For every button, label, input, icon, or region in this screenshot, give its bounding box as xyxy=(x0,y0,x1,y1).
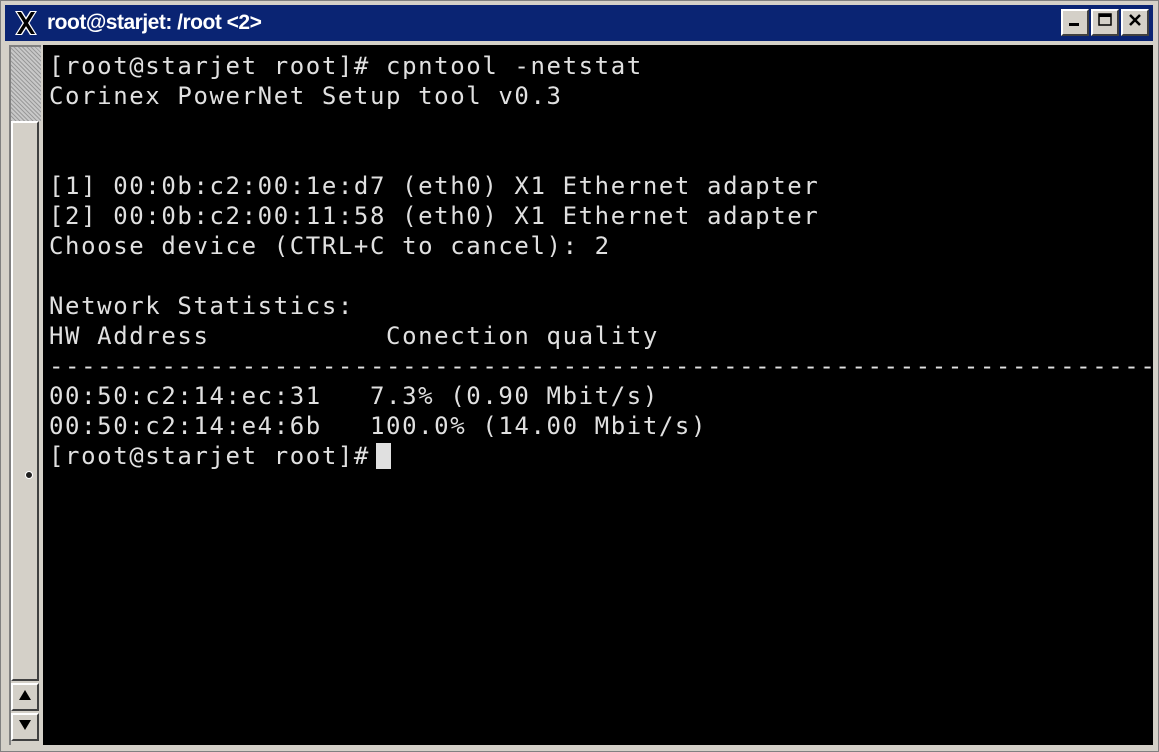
terminal-line: [root@starjet root]# cpntool -netstat xyxy=(49,52,643,80)
window-controls xyxy=(1061,9,1149,36)
terminal-line: 00:50:c2:14:ec:31 7.3% (0.90 Mbit/s) xyxy=(49,382,659,410)
terminal-line: Choose device (CTRL+C to cancel): 2 xyxy=(49,232,611,260)
minimize-button[interactable] xyxy=(1061,9,1089,36)
scroll-trough[interactable] xyxy=(11,47,41,121)
terminal-line: 00:50:c2:14:e4:6b 100.0% (14.00 Mbit/s) xyxy=(49,412,708,440)
maximize-button[interactable] xyxy=(1091,9,1119,36)
shell-prompt: [root@starjet root]# xyxy=(49,442,370,470)
terminal-cursor xyxy=(375,443,391,469)
scroll-thumb[interactable] xyxy=(11,121,39,681)
maximize-icon xyxy=(1097,12,1113,33)
scroll-up-arrow-icon xyxy=(17,688,33,707)
window-title: root@starjet: /root <2> xyxy=(47,11,262,34)
terminal-output[interactable]: [root@starjet root]# cpntool -netstat Co… xyxy=(43,45,1153,745)
terminal-line: [2] 00:0b:c2:00:11:58 (eth0) X1 Ethernet… xyxy=(49,202,820,230)
title-bar[interactable]: root@starjet: /root <2> xyxy=(5,5,1153,41)
close-icon xyxy=(1127,12,1143,33)
terminal-prompt-line[interactable]: [root@starjet root]# xyxy=(49,441,1153,471)
scroll-position-marker xyxy=(25,471,33,479)
scroll-down-button[interactable] xyxy=(11,713,39,741)
terminal-line: Corinex PowerNet Setup tool v0.3 xyxy=(49,82,563,110)
vertical-scrollbar[interactable] xyxy=(9,45,41,745)
terminal-line: [1] 00:0b:c2:00:1e:d7 (eth0) X1 Ethernet… xyxy=(49,172,820,200)
terminal-line: HW Address Conection quality xyxy=(49,322,659,350)
terminal-line: Network Statistics: xyxy=(49,292,354,320)
scroll-down-arrow-icon xyxy=(17,718,33,737)
scroll-up-button[interactable] xyxy=(11,683,39,711)
terminal-line: ----------------------------------------… xyxy=(49,352,1153,380)
x-logo-icon[interactable] xyxy=(11,8,41,38)
terminal-window: root@starjet: /root <2> [root@starjet ro… xyxy=(0,0,1159,752)
close-button[interactable] xyxy=(1121,9,1149,36)
minimize-icon xyxy=(1067,12,1083,33)
